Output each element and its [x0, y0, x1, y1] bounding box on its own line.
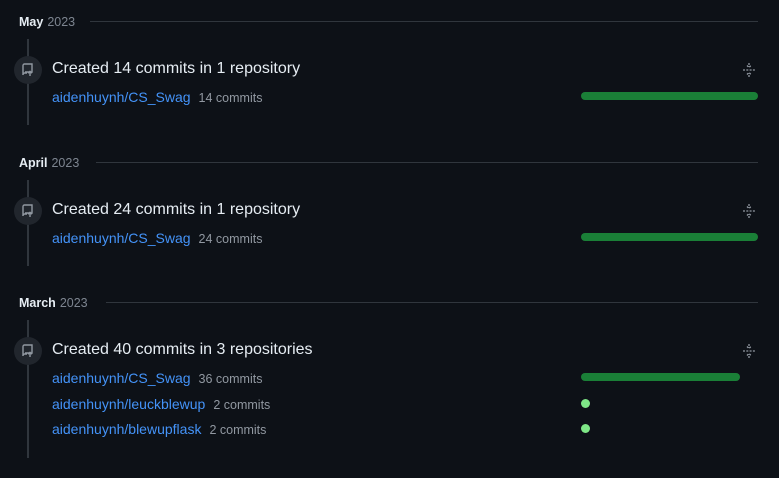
- fold-icon[interactable]: [741, 343, 757, 359]
- month-heading: April 2023: [19, 153, 79, 173]
- month-name: May: [19, 15, 44, 29]
- repo-row: aidenhuynh/CS_Swag 14 commits: [52, 89, 262, 107]
- month-section-march: March 2023 Created 40 commits in 3 repos…: [0, 293, 779, 463]
- commit-count: 24 commits: [198, 232, 263, 246]
- month-year: 2023: [59, 296, 88, 310]
- repo-link[interactable]: aidenhuynh/CS_Swag: [52, 230, 191, 246]
- commit-count: 36 commits: [198, 372, 263, 386]
- event-title: Created 14 commits in 1 repository: [52, 60, 301, 77]
- repo-row: aidenhuynh/CS_Swag 24 commits: [52, 230, 262, 248]
- repo-link[interactable]: aidenhuynh/CS_Swag: [52, 89, 191, 105]
- repo-push-icon: [14, 197, 42, 225]
- commit-count: 2 commits: [209, 423, 267, 437]
- month-year: 2023: [51, 156, 80, 170]
- commit-count: 2 commits: [213, 398, 271, 412]
- month-section-may: May 2023 Created 14 commits in 1 reposit…: [0, 12, 779, 142]
- month-divider: [106, 302, 758, 303]
- repo-row: aidenhuynh/CS_Swag 36 commits: [52, 370, 262, 388]
- commit-share-bar: [581, 233, 758, 241]
- repo-link[interactable]: aidenhuynh/blewupflask: [52, 421, 201, 437]
- repo-row: aidenhuynh/leuckblewup 2 commits: [52, 396, 270, 414]
- fold-icon[interactable]: [741, 203, 757, 219]
- commit-share-bar: [581, 92, 758, 100]
- month-heading: March 2023: [19, 293, 88, 313]
- event-title: Created 40 commits in 3 repositories: [52, 341, 313, 358]
- fold-icon[interactable]: [741, 62, 757, 78]
- month-divider: [90, 21, 758, 22]
- repo-link[interactable]: aidenhuynh/CS_Swag: [52, 370, 191, 386]
- month-section-april: April 2023 Created 24 commits in 1 repos…: [0, 153, 779, 283]
- commit-share-dot: [581, 424, 590, 433]
- month-year: 2023: [47, 15, 76, 29]
- month-name: March: [19, 296, 56, 310]
- commit-share-bar: [581, 373, 740, 381]
- repo-push-icon: [14, 337, 42, 365]
- month-divider: [96, 162, 758, 163]
- event-title: Created 24 commits in 1 repository: [52, 201, 301, 218]
- month-name: April: [19, 156, 48, 170]
- commit-share-dot: [581, 399, 590, 408]
- commit-count: 14 commits: [198, 91, 263, 105]
- month-heading: May 2023: [19, 12, 75, 32]
- repo-row: aidenhuynh/blewupflask 2 commits: [52, 421, 266, 439]
- repo-link[interactable]: aidenhuynh/leuckblewup: [52, 396, 205, 412]
- repo-push-icon: [14, 56, 42, 84]
